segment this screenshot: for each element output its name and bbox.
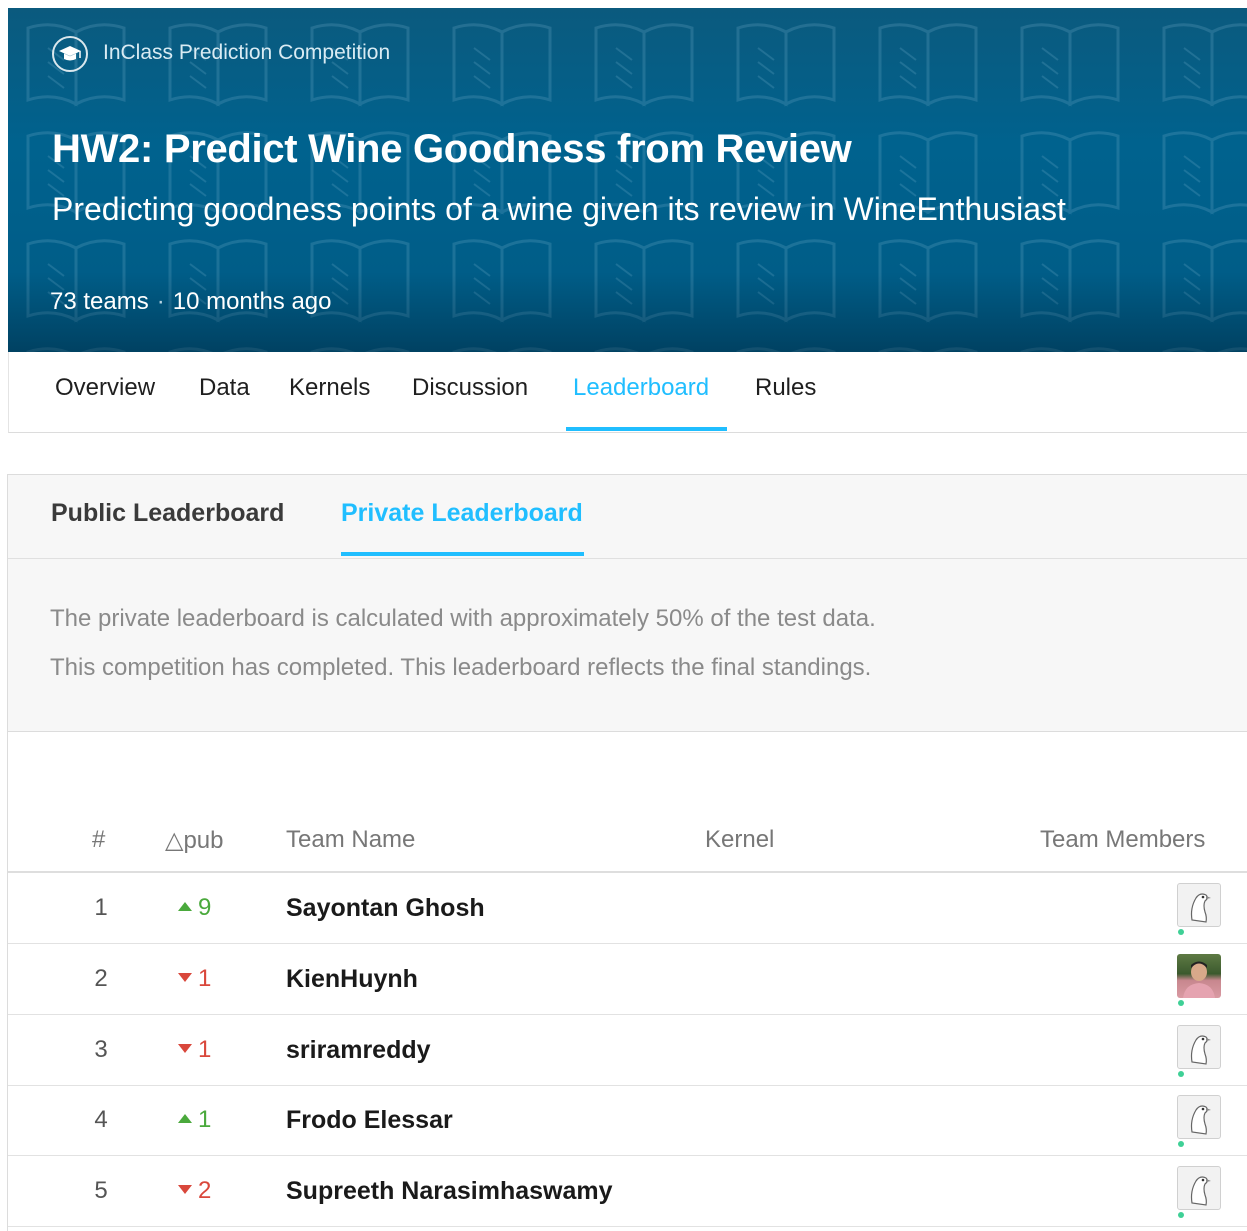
delta-cell: 1 bbox=[178, 1036, 211, 1064]
tab-discussion[interactable]: Discussion bbox=[412, 374, 528, 402]
online-status-dot bbox=[1178, 1212, 1184, 1218]
default-avatar-icon[interactable] bbox=[1177, 1166, 1221, 1210]
tab-rules[interactable]: Rules bbox=[755, 374, 816, 402]
rank-cell: 3 bbox=[94, 1036, 108, 1063]
table-row[interactable]: 5 2 Supreeth Narasimhaswamy bbox=[8, 1156, 1247, 1227]
leaderboard-notice: The private leaderboard is calculated wi… bbox=[8, 559, 1247, 732]
arrow-down-icon bbox=[178, 973, 192, 983]
active-tab-indicator bbox=[566, 427, 727, 431]
tab-overview[interactable]: Overview bbox=[55, 374, 155, 402]
rank-cell: 2 bbox=[94, 965, 108, 992]
team-name-link[interactable]: KienHuynh bbox=[286, 965, 418, 994]
column-rank[interactable]: # bbox=[92, 826, 105, 854]
graduation-cap-icon bbox=[52, 36, 88, 72]
competition-meta: 73 teams · 10 months ago bbox=[50, 288, 332, 316]
table-row[interactable]: 2 1 KienHuynh bbox=[8, 944, 1247, 1015]
rank-cell: 5 bbox=[94, 1177, 108, 1204]
default-avatar-icon[interactable] bbox=[1177, 1025, 1221, 1069]
rank-cell: 4 bbox=[94, 1106, 108, 1133]
competition-title: HW2: Predict Wine Goodness from Review bbox=[52, 127, 852, 171]
competition-nav: Overview Data Kernels Discussion Leaderb… bbox=[8, 352, 1247, 433]
tab-private-leaderboard[interactable]: Private Leaderboard bbox=[341, 499, 583, 528]
arrow-down-icon bbox=[178, 1044, 192, 1054]
column-kernel: Kernel bbox=[705, 826, 775, 853]
delta-value: 2 bbox=[198, 1177, 212, 1204]
competition-header: InClass Prediction Competition HW2: Pred… bbox=[8, 8, 1247, 352]
competition-subtitle: Predicting goodness points of a wine giv… bbox=[52, 191, 1066, 227]
arrow-down-icon bbox=[178, 1185, 192, 1195]
active-subtab-indicator bbox=[341, 552, 584, 556]
delta-value: 1 bbox=[198, 1106, 212, 1133]
team-name-link[interactable]: Supreeth Narasimhaswamy bbox=[286, 1177, 613, 1206]
team-name-link[interactable]: Frodo Elessar bbox=[286, 1106, 453, 1135]
team-name-link[interactable]: Sayontan Ghosh bbox=[286, 894, 485, 923]
meta-separator: · bbox=[156, 288, 165, 315]
online-status-dot bbox=[1178, 1000, 1184, 1006]
user-photo-avatar[interactable] bbox=[1177, 954, 1221, 998]
delta-cell: 9 bbox=[178, 894, 211, 922]
notice-line-1: The private leaderboard is calculated wi… bbox=[50, 605, 876, 632]
notice-line-2: This competition has completed. This lea… bbox=[50, 654, 872, 681]
competition-type: InClass Prediction Competition bbox=[103, 41, 391, 64]
teams-count[interactable]: 73 teams bbox=[50, 288, 149, 315]
leaderboard-panel: Public Leaderboard Private Leaderboard T… bbox=[7, 474, 1247, 1231]
online-status-dot bbox=[1178, 1071, 1184, 1077]
tab-public-leaderboard[interactable]: Public Leaderboard bbox=[51, 499, 284, 528]
column-delta-public[interactable]: △pub bbox=[165, 826, 224, 855]
rank-cell: 1 bbox=[94, 894, 108, 921]
tab-leaderboard[interactable]: Leaderboard bbox=[573, 374, 709, 402]
delta-cell: 2 bbox=[178, 1177, 211, 1205]
default-avatar-icon[interactable] bbox=[1177, 883, 1221, 927]
delta-value: 1 bbox=[198, 965, 212, 992]
table-row[interactable]: 4 1 Frodo Elessar bbox=[8, 1085, 1247, 1156]
delta-cell: 1 bbox=[178, 965, 211, 993]
column-team-name[interactable]: Team Name bbox=[286, 826, 415, 854]
leaderboard-tabs: Public Leaderboard Private Leaderboard bbox=[8, 475, 1247, 559]
tab-kernels[interactable]: Kernels bbox=[289, 374, 370, 402]
table-row[interactable]: 1 9 Sayontan Ghosh bbox=[8, 873, 1247, 944]
table-row[interactable]: 3 1 sriramreddy bbox=[8, 1015, 1247, 1086]
default-avatar-icon[interactable] bbox=[1177, 1095, 1221, 1139]
delta-value: 1 bbox=[198, 1036, 212, 1063]
delta-cell: 1 bbox=[178, 1106, 211, 1134]
online-status-dot bbox=[1178, 1141, 1184, 1147]
arrow-up-icon bbox=[178, 1114, 192, 1124]
team-name-link[interactable]: sriramreddy bbox=[286, 1036, 431, 1065]
delta-value: 9 bbox=[198, 894, 212, 921]
tab-data[interactable]: Data bbox=[199, 374, 250, 402]
column-team-members: Team Members bbox=[1040, 826, 1206, 853]
competition-age: 10 months ago bbox=[172, 288, 332, 315]
arrow-up-icon bbox=[178, 902, 192, 912]
online-status-dot bbox=[1178, 929, 1184, 935]
